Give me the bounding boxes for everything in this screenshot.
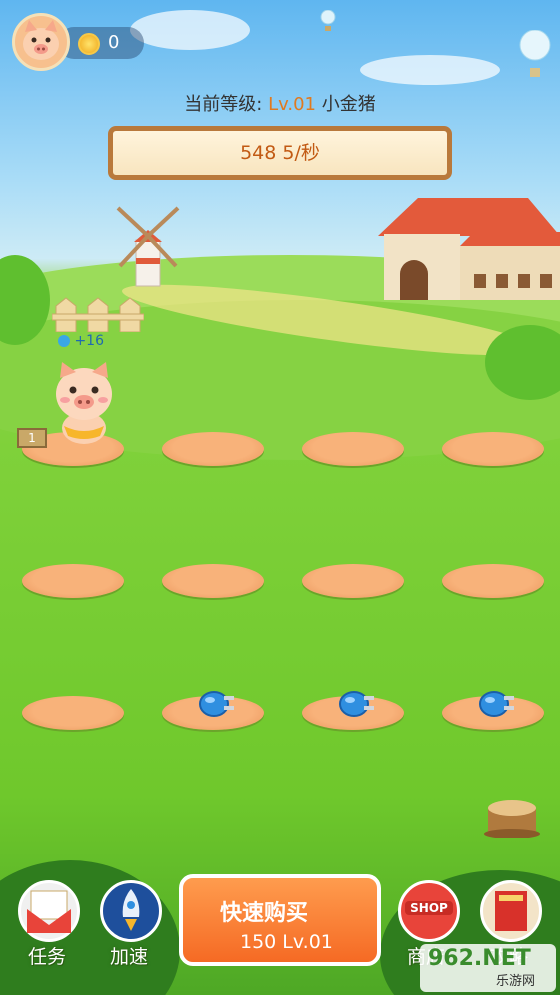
level-value: Lv.01 bbox=[268, 94, 316, 115]
barn-icon bbox=[378, 198, 560, 300]
empty-plot[interactable] bbox=[162, 432, 264, 466]
pig-level-tag: 1 bbox=[17, 428, 47, 448]
pig-character-icon[interactable] bbox=[48, 360, 120, 450]
envelope-icon bbox=[27, 890, 71, 933]
coin-count: 0 bbox=[108, 32, 120, 53]
shop-sign: SHOP bbox=[405, 901, 453, 915]
tree-stump-icon bbox=[484, 800, 540, 838]
plug-icon bbox=[479, 691, 514, 717]
pig-bonus: +16 bbox=[58, 333, 104, 349]
coin-balance-pill bbox=[58, 27, 144, 59]
hot-air-balloon-icon bbox=[519, 30, 551, 77]
empty-plot[interactable] bbox=[22, 564, 124, 598]
player-avatar[interactable] bbox=[12, 13, 70, 71]
quick-buy-title: 快速购买 bbox=[219, 901, 308, 926]
empty-plot[interactable] bbox=[22, 696, 124, 730]
level-name: 小金猪 bbox=[321, 94, 376, 115]
speed-up-button[interactable] bbox=[100, 880, 162, 942]
empty-plot[interactable] bbox=[302, 564, 404, 598]
book-icon bbox=[495, 891, 527, 931]
tasks-button[interactable] bbox=[18, 880, 80, 942]
game-screen: 0 当前等级: Lv.01 小金猪 548 5/秒 +16 1 任务 加速 快速… bbox=[0, 0, 560, 995]
windmill-icon bbox=[116, 206, 180, 287]
tasks-label: 任务 bbox=[28, 946, 67, 968]
empty-plot[interactable] bbox=[442, 432, 544, 466]
watermark-brand: 962.NET bbox=[428, 946, 531, 971]
empty-plot[interactable] bbox=[442, 564, 544, 598]
empty-plot[interactable] bbox=[162, 564, 264, 598]
fence-icon bbox=[52, 297, 144, 332]
plug-icon bbox=[199, 691, 234, 717]
level-prefix: 当前等级: bbox=[184, 94, 269, 115]
coin-icon bbox=[78, 33, 100, 55]
watermark-name: 乐游网 bbox=[496, 974, 536, 989]
current-level-line: 当前等级: Lv.01 小金猪 bbox=[0, 90, 560, 116]
cloud bbox=[130, 10, 250, 50]
speed-up-label: 加速 bbox=[110, 946, 149, 968]
cloud bbox=[360, 55, 500, 85]
pig-face-icon bbox=[23, 20, 59, 60]
rocket-icon bbox=[122, 889, 140, 931]
empty-plot[interactable] bbox=[302, 432, 404, 466]
shop-button[interactable]: SHOP bbox=[398, 880, 460, 942]
pig-level-value: 1 bbox=[28, 431, 36, 445]
guide-button[interactable] bbox=[480, 880, 542, 942]
income-rate-text: 548 5/秒 bbox=[240, 142, 320, 164]
plug-icon bbox=[339, 691, 374, 717]
hot-air-balloon-icon bbox=[320, 10, 336, 31]
bonus-icon bbox=[58, 335, 70, 347]
pig-bonus-value: +16 bbox=[74, 333, 104, 349]
quick-buy-price: 150 Lv.01 bbox=[240, 931, 333, 953]
